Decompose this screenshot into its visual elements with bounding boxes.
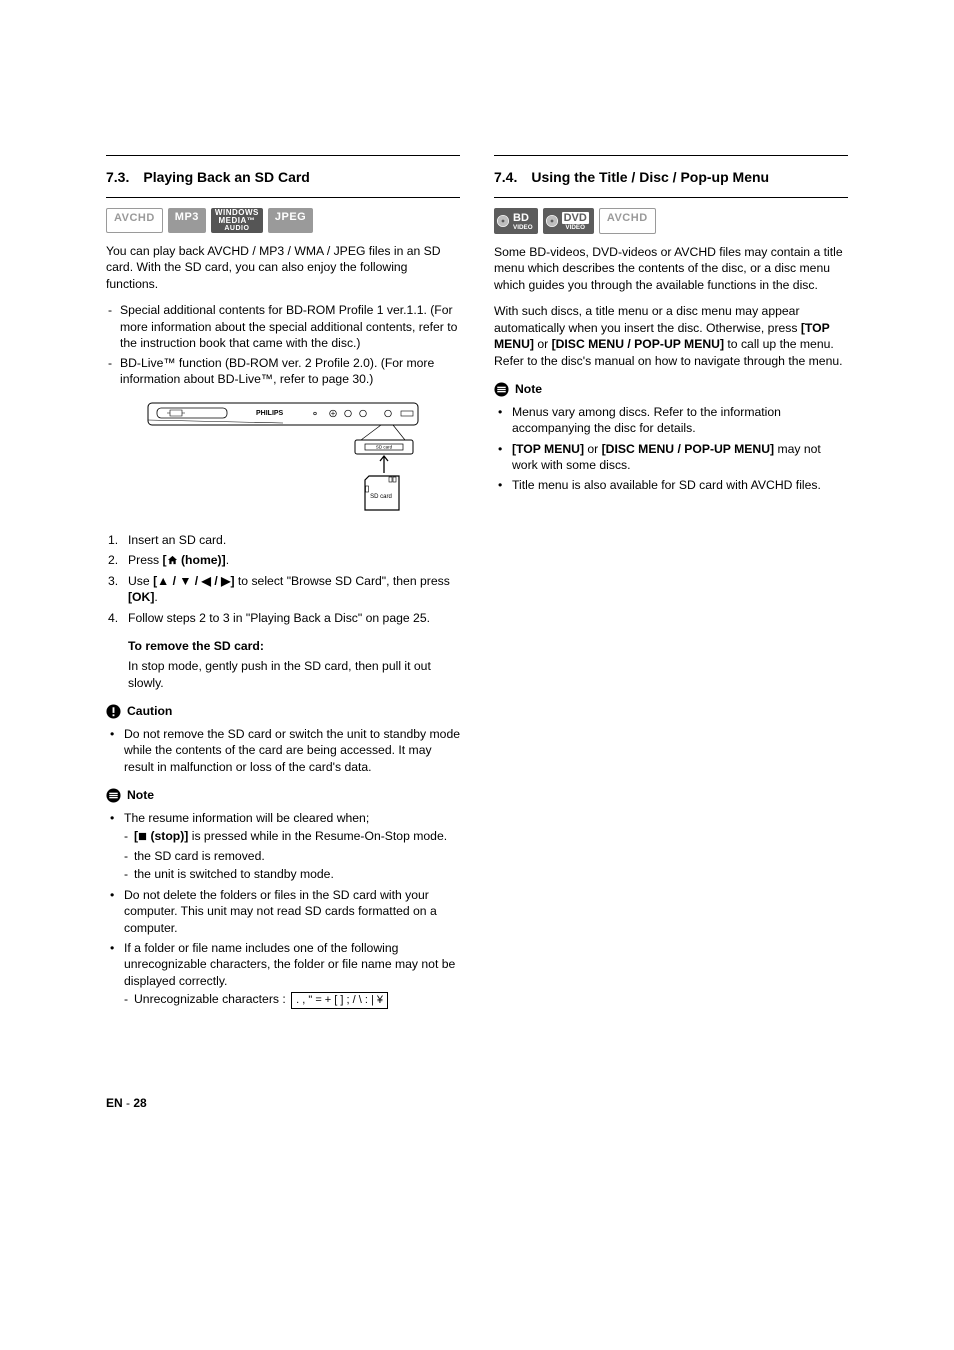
paragraph: Some BD-videos, DVD-videos or AVCHD file… (494, 244, 848, 293)
note-item: Do not delete the folders or files in th… (106, 887, 460, 936)
step-3: Use [▲ / ▼ / ◀ / ▶] to select "Browse SD… (106, 573, 460, 606)
remove-body: In stop mode, gently push in the SD card… (128, 658, 460, 691)
footer-page: 28 (133, 1096, 146, 1110)
note-list: The resume information will be cleared w… (106, 810, 460, 1010)
note-item: Title menu is also available for SD card… (494, 477, 848, 493)
format-badges: AVCHD MP3 WINDOWS MEDIA™ AUDIO JPEG (106, 208, 460, 233)
caution-callout: Caution (106, 703, 460, 719)
badge-jpeg: JPEG (268, 208, 313, 233)
badge-avchd: AVCHD (106, 208, 163, 233)
note-item: [TOP MENU] or [DISC MENU / POP-UP MENU] … (494, 441, 848, 474)
note-icon (106, 788, 121, 803)
step-2: Press [ (home)]. (106, 552, 460, 568)
note-callout: Note (106, 787, 460, 803)
note-icon (494, 382, 509, 397)
device-figure: PHILIPS SD card (106, 398, 460, 518)
badge-avchd: AVCHD (599, 208, 656, 234)
badge-dvd-video: DVDVIDEO (543, 208, 594, 234)
paragraph: With such discs, a title menu or a disc … (494, 303, 848, 369)
disc-icon (496, 214, 510, 228)
section-rule (494, 197, 848, 198)
section-rule (106, 197, 460, 198)
section-title-7-4: 7.4. Using the Title / Disc / Pop-up Men… (494, 168, 848, 187)
section-rule (494, 155, 848, 156)
footer-lang: EN (106, 1096, 123, 1110)
features-list: Special additional contents for BD-ROM P… (106, 302, 460, 387)
feature-item: Special additional contents for BD-ROM P… (106, 302, 460, 351)
svg-text:SD card: SD card (370, 494, 392, 500)
player-illustration: PHILIPS SD card (143, 398, 423, 518)
svg-text:PHILIPS: PHILIPS (256, 410, 284, 417)
steps-list: Insert an SD card. Press [ (home)]. Use … (106, 532, 460, 626)
badge-wma: WINDOWS MEDIA™ AUDIO (211, 208, 263, 233)
note-list: Menus vary among discs. Refer to the inf… (494, 404, 848, 494)
note-item: Menus vary among discs. Refer to the inf… (494, 404, 848, 437)
note-item: If a folder or file name includes one of… (106, 940, 460, 1009)
section-title-7-3: 7.3. Playing Back an SD Card (106, 168, 460, 187)
note-callout: Note (494, 381, 848, 397)
note-label: Note (127, 787, 154, 803)
format-badges: BDVIDEO DVDVIDEO AVCHD (494, 208, 848, 234)
home-icon (167, 553, 178, 567)
page-footer: EN - 28 (106, 1095, 848, 1111)
caution-icon (106, 704, 121, 719)
badge-mp3: MP3 (168, 208, 206, 233)
note-item: The resume information will be cleared w… (106, 810, 460, 883)
step-4: Follow steps 2 to 3 in "Playing Back a D… (106, 610, 460, 626)
disc-icon (545, 214, 559, 228)
unrecognizable-chars: . , " = + [ ] ; / \ : | ¥ (291, 992, 388, 1009)
feature-item: BD-Live™ function (BD-ROM ver. 2 Profile… (106, 355, 460, 388)
step-1: Insert an SD card. (106, 532, 460, 548)
section-rule (106, 155, 460, 156)
caution-list: Do not remove the SD card or switch the … (106, 726, 460, 775)
note-label: Note (515, 381, 542, 397)
svg-text:SD card: SD card (376, 444, 393, 449)
remove-heading: To remove the SD card: (128, 638, 460, 654)
badge-bd-video: BDVIDEO (494, 208, 538, 234)
caution-item: Do not remove the SD card or switch the … (106, 726, 460, 775)
caution-label: Caution (127, 703, 172, 719)
stop-icon (138, 829, 147, 845)
intro-paragraph: You can play back AVCHD / MP3 / WMA / JP… (106, 243, 460, 292)
